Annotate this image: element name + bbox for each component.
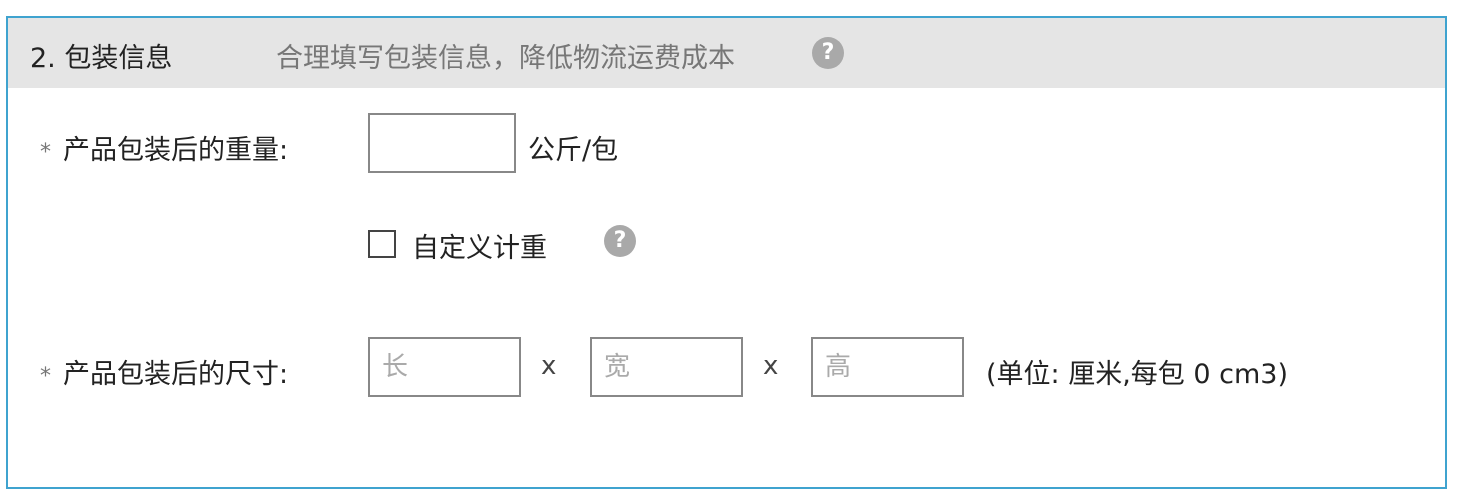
length-input[interactable] [368,337,521,397]
size-label-text: 产品包装后的尺寸: [63,359,289,390]
size-label: * 产品包装后的尺寸: [40,352,288,391]
section-hint: 合理填写包装信息，降低物流运费成本 [276,43,735,74]
width-input[interactable] [590,337,743,397]
weight-label: * 产品包装后的重量: [40,128,288,167]
question-circle-icon[interactable]: ? [812,37,844,69]
required-star: * [40,140,51,165]
weight-label-text: 产品包装后的重量: [63,135,289,166]
size-unit-text: (单位: 厘米,每包 0 cm3) [986,359,1288,390]
custom-weight-checkbox[interactable] [368,230,396,258]
required-star: * [40,364,51,389]
section-header: 2. 包装信息 合理填写包装信息，降低物流运费成本 ? [8,18,1445,88]
section-title: 2. 包装信息 [30,43,173,74]
question-circle-icon[interactable]: ? [604,225,636,257]
packaging-info-panel: 2. 包装信息 合理填写包装信息，降低物流运费成本 ? * 产品包装后的重量: 公… [6,16,1447,489]
custom-weight-label[interactable]: 自定义计重 [412,226,547,265]
weight-input[interactable] [368,113,516,173]
times-separator: x [763,351,779,381]
height-input[interactable] [811,337,964,397]
weight-unit: 公斤/包 [528,135,619,166]
times-separator: x [541,351,557,381]
